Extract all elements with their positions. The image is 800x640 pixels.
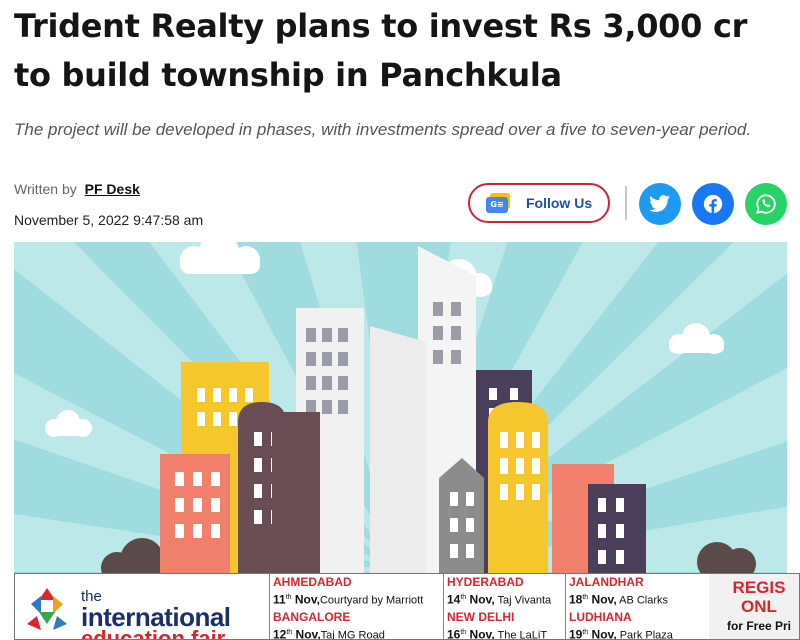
ad-city: JALANDHAR <box>569 575 644 589</box>
ad-city: LUDHIANA <box>569 609 632 624</box>
article-subheadline: The project will be developed in phases,… <box>14 120 752 139</box>
whatsapp-icon <box>755 194 776 215</box>
ad-venue-line: 12th Nov,Taj MG Road <box>273 627 385 640</box>
twitter-icon <box>649 195 670 213</box>
author-link[interactable]: PF Desk <box>85 181 140 197</box>
ad-brand-name-line2: education fair <box>81 626 226 640</box>
ad-register-line2: ONL <box>741 597 777 616</box>
article-headline: Trident Realty plans to invest Rs 3,000 … <box>14 7 748 94</box>
ad-city: AHMEDABAD <box>273 575 352 589</box>
ad-logo: the international education fair <box>15 574 269 640</box>
byline: Written by PF Desk <box>14 181 140 197</box>
ad-register-button[interactable]: REGIS ONL for Free Pri <box>709 574 799 639</box>
ad-city: BANGALORE <box>273 609 351 624</box>
ad-city: HYDERABAD <box>447 575 524 589</box>
ad-schedule-column: AHMEDABAD 11th Nov,Courtyard by Marriott… <box>269 574 443 640</box>
ad-city: NEW DELHI <box>447 609 515 624</box>
whatsapp-share-button[interactable] <box>745 183 787 225</box>
facebook-share-button[interactable] <box>692 183 734 225</box>
ad-schedule-column: JALANDHAR 18th Nov, AB Clarks LUDHIANA 1… <box>565 574 709 640</box>
written-by-label: Written by <box>14 181 77 197</box>
ad-venue-line: 16th Nov, The LaLiT <box>447 627 548 640</box>
google-news-icon: G≡ <box>486 193 512 213</box>
advertisement-banner[interactable]: the international education fair AHMEDAB… <box>14 573 800 640</box>
ad-schedule-column: HYDERABAD 14th Nov, Taj Vivanta NEW DELH… <box>443 574 565 640</box>
follow-us-button[interactable]: G≡ Follow Us <box>468 183 610 223</box>
ad-register-line1: REGIS <box>732 578 786 597</box>
article-hero-image <box>14 242 787 576</box>
publish-date: November 5, 2022 9:47:58 am <box>14 212 204 228</box>
twitter-share-button[interactable] <box>639 183 681 225</box>
ad-venue-line: 11th Nov,Courtyard by Marriott <box>273 592 424 607</box>
follow-us-label: Follow Us <box>526 195 593 211</box>
share-divider <box>625 186 627 220</box>
ad-venue-line: 18th Nov, AB Clarks <box>569 592 669 607</box>
ad-venue-line: 14th Nov, Taj Vivanta <box>447 592 552 607</box>
flower-logo-icon <box>27 588 67 630</box>
ad-register-line3: for Free Pri <box>726 619 792 633</box>
city-skyline-illustration <box>14 242 787 576</box>
ad-venue-line: 19th Nov, Park Plaza <box>569 627 673 640</box>
facebook-icon <box>703 194 723 214</box>
